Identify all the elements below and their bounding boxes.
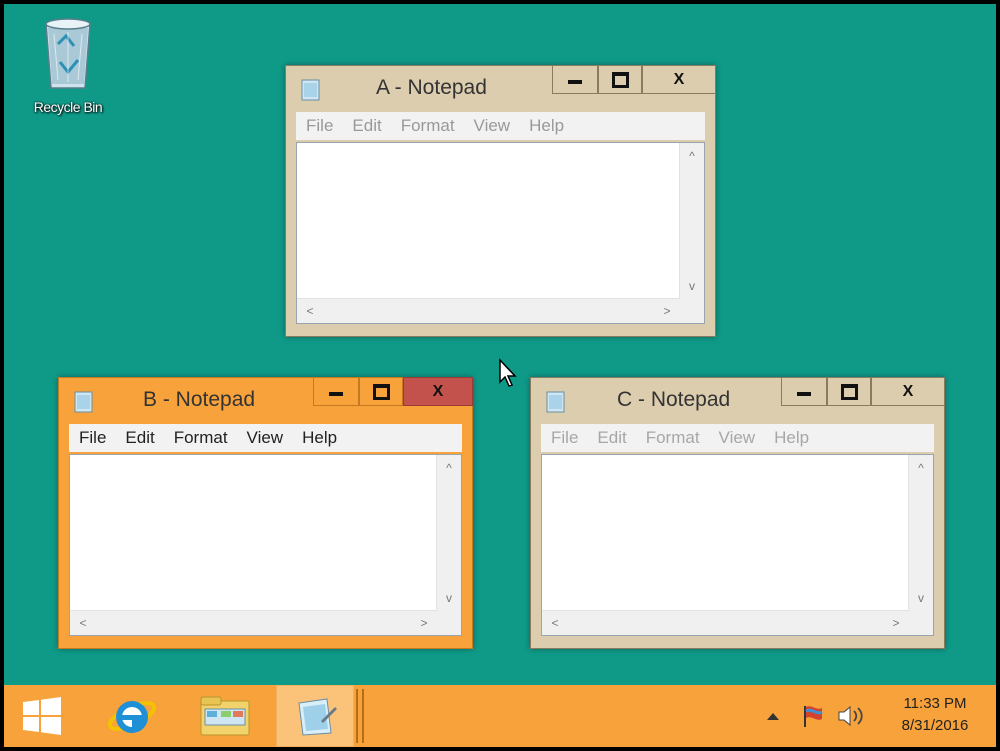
maximize-button[interactable] <box>827 377 871 406</box>
vertical-scrollbar[interactable]: ^ v <box>679 143 704 299</box>
menu-file[interactable]: File <box>79 428 106 448</box>
close-icon: X <box>432 382 444 400</box>
close-button[interactable]: X <box>871 377 945 406</box>
close-button[interactable]: X <box>403 377 473 406</box>
close-button[interactable]: X <box>642 65 716 94</box>
vertical-scrollbar[interactable]: ^ v <box>436 455 461 611</box>
taskbar: 11:33 PM 8/31/2016 <box>4 685 996 747</box>
notepad-window-b[interactable]: B - Notepad X File Edit Format View Help… <box>58 377 473 649</box>
menu-format[interactable]: Format <box>401 116 455 136</box>
scroll-down-icon[interactable]: v <box>438 587 460 609</box>
desktop[interactable]: Recycle Bin A - Notepad X File Edit Form… <box>4 4 996 747</box>
window-title: C - Notepad <box>617 388 731 411</box>
menu-file[interactable]: File <box>306 116 333 136</box>
menu-format[interactable]: Format <box>174 428 228 448</box>
notepad-icon <box>546 391 565 413</box>
minimize-button[interactable] <box>781 377 827 406</box>
recycle-bin[interactable]: Recycle Bin <box>18 14 118 115</box>
menu-view[interactable]: View <box>247 428 284 448</box>
scroll-up-icon[interactable]: ^ <box>681 145 703 167</box>
volume-icon[interactable] <box>836 704 866 728</box>
scroll-right-icon[interactable]: > <box>885 612 907 634</box>
menu-edit[interactable]: Edit <box>597 428 626 448</box>
horizontal-scrollbar[interactable]: < > <box>70 610 437 635</box>
minimize-button[interactable] <box>552 65 598 94</box>
menu-format[interactable]: Format <box>646 428 700 448</box>
resize-grip[interactable] <box>680 299 704 323</box>
horizontal-scrollbar[interactable]: < > <box>542 610 909 635</box>
editor: ^ v < > <box>296 142 705 324</box>
scroll-up-icon[interactable]: ^ <box>910 457 932 479</box>
clock-date: 8/31/2016 <box>901 717 969 734</box>
recycle-bin-icon <box>45 18 91 89</box>
menu-bar: File Edit Format View Help <box>296 112 705 140</box>
action-center-flag-icon[interactable] <box>800 703 826 729</box>
taskbar-clock[interactable]: 11:33 PM 8/31/2016 <box>880 693 990 737</box>
internet-explorer-icon <box>107 700 157 733</box>
notepad-icon <box>74 391 93 413</box>
tray-up-arrow-icon[interactable] <box>766 710 780 722</box>
window-title: A - Notepad <box>376 76 487 99</box>
minimize-icon <box>797 392 811 396</box>
notepad-taskbar-button[interactable] <box>276 685 354 747</box>
maximize-button[interactable] <box>598 65 642 94</box>
file-explorer-button[interactable] <box>190 685 260 747</box>
close-icon: X <box>902 382 914 400</box>
clock-time: 11:33 PM <box>903 695 967 712</box>
menu-help[interactable]: Help <box>302 428 337 448</box>
taskbar-divider <box>356 689 364 743</box>
close-icon: X <box>673 70 685 88</box>
editor: ^ v < > <box>69 454 462 636</box>
menu-edit[interactable]: Edit <box>352 116 381 136</box>
scroll-left-icon[interactable]: < <box>299 300 321 322</box>
scroll-left-icon[interactable]: < <box>72 612 94 634</box>
menu-file[interactable]: File <box>551 428 578 448</box>
menu-help[interactable]: Help <box>529 116 564 136</box>
resize-grip[interactable] <box>909 611 933 635</box>
maximize-icon <box>611 71 629 88</box>
notepad-icon <box>301 79 320 101</box>
horizontal-scrollbar[interactable]: < > <box>297 298 680 323</box>
menu-help[interactable]: Help <box>774 428 809 448</box>
file-explorer-icon <box>200 696 250 736</box>
notepad-window-c[interactable]: C - Notepad X File Edit Format View Help… <box>530 377 945 649</box>
menu-view[interactable]: View <box>719 428 756 448</box>
minimize-button[interactable] <box>313 377 359 406</box>
maximize-icon <box>372 383 390 400</box>
mouse-cursor-icon <box>499 358 517 387</box>
menu-bar: File Edit Format View Help <box>69 424 462 452</box>
text-area[interactable] <box>297 143 680 299</box>
minimize-icon <box>568 80 582 84</box>
internet-explorer-button[interactable] <box>100 685 164 747</box>
start-button[interactable] <box>12 685 72 747</box>
maximize-button[interactable] <box>359 377 403 406</box>
menu-edit[interactable]: Edit <box>125 428 154 448</box>
maximize-icon <box>840 383 858 400</box>
scroll-down-icon[interactable]: v <box>681 275 703 297</box>
resize-grip[interactable] <box>437 611 461 635</box>
scroll-right-icon[interactable]: > <box>656 300 678 322</box>
notepad-window-a[interactable]: A - Notepad X File Edit Format View Help… <box>285 65 716 337</box>
recycle-bin-label: Recycle Bin <box>33 99 103 115</box>
windows-logo-icon <box>23 697 61 735</box>
editor: ^ v < > <box>541 454 934 636</box>
notepad-icon <box>298 698 337 736</box>
text-area[interactable] <box>542 455 909 611</box>
menu-bar: File Edit Format View Help <box>541 424 934 452</box>
text-area[interactable] <box>70 455 437 611</box>
window-title: B - Notepad <box>143 388 256 411</box>
menu-view[interactable]: View <box>474 116 511 136</box>
minimize-icon <box>329 392 343 396</box>
scroll-right-icon[interactable]: > <box>413 612 435 634</box>
scroll-down-icon[interactable]: v <box>910 587 932 609</box>
scroll-left-icon[interactable]: < <box>544 612 566 634</box>
vertical-scrollbar[interactable]: ^ v <box>908 455 933 611</box>
scroll-up-icon[interactable]: ^ <box>438 457 460 479</box>
